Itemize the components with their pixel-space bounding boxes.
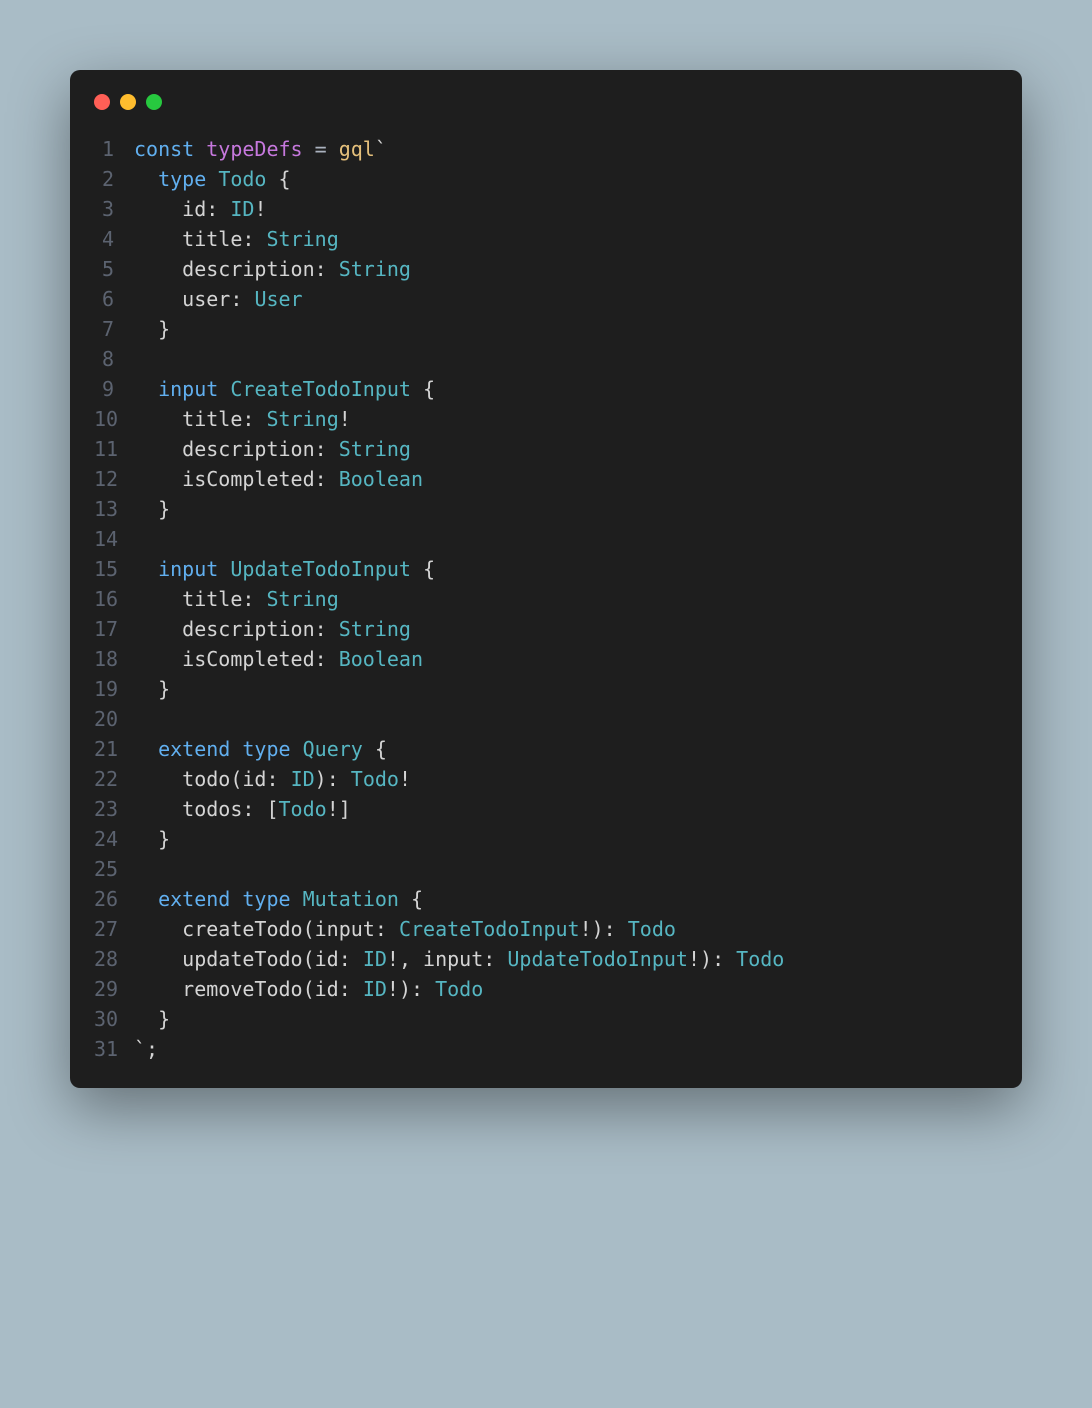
line-number: 11 bbox=[94, 434, 134, 464]
line-content: } bbox=[134, 494, 998, 524]
line-content: const typeDefs = gql` bbox=[134, 134, 998, 164]
line-number: 6 bbox=[94, 284, 134, 314]
code-line: 14 bbox=[94, 524, 998, 554]
line-content bbox=[134, 854, 998, 884]
line-number: 14 bbox=[94, 524, 134, 554]
code-line: 29 removeTodo(id: ID!): Todo bbox=[94, 974, 998, 1004]
line-number: 29 bbox=[94, 974, 134, 1004]
code-line: 27 createTodo(input: CreateTodoInput!): … bbox=[94, 914, 998, 944]
line-content: } bbox=[134, 314, 998, 344]
code-line: 23 todos: [Todo!] bbox=[94, 794, 998, 824]
code-line: 30 } bbox=[94, 1004, 998, 1034]
line-number: 19 bbox=[94, 674, 134, 704]
line-number: 23 bbox=[94, 794, 134, 824]
code-line: 7 } bbox=[94, 314, 998, 344]
line-number: 28 bbox=[94, 944, 134, 974]
line-content: description: String bbox=[134, 614, 998, 644]
line-content: input CreateTodoInput { bbox=[134, 374, 998, 404]
line-content: extend type Mutation { bbox=[134, 884, 998, 914]
line-content: description: String bbox=[134, 254, 998, 284]
code-line: 3 id: ID! bbox=[94, 194, 998, 224]
line-number: 7 bbox=[94, 314, 134, 344]
line-content: input UpdateTodoInput { bbox=[134, 554, 998, 584]
code-line: 2 type Todo { bbox=[94, 164, 998, 194]
code-line: 15 input UpdateTodoInput { bbox=[94, 554, 998, 584]
code-editor[interactable]: 1const typeDefs = gql`2 type Todo {3 id:… bbox=[94, 134, 998, 1064]
code-line: 1const typeDefs = gql` bbox=[94, 134, 998, 164]
code-line: 18 isCompleted: Boolean bbox=[94, 644, 998, 674]
line-number: 17 bbox=[94, 614, 134, 644]
code-line: 22 todo(id: ID): Todo! bbox=[94, 764, 998, 794]
line-number: 4 bbox=[94, 224, 134, 254]
line-content: extend type Query { bbox=[134, 734, 998, 764]
line-number: 8 bbox=[94, 344, 134, 374]
line-content: } bbox=[134, 674, 998, 704]
close-icon[interactable] bbox=[94, 94, 110, 110]
code-line: 25 bbox=[94, 854, 998, 884]
line-content: `; bbox=[134, 1034, 998, 1064]
code-line: 13 } bbox=[94, 494, 998, 524]
line-number: 25 bbox=[94, 854, 134, 884]
line-number: 3 bbox=[94, 194, 134, 224]
code-line: 31`; bbox=[94, 1034, 998, 1064]
line-number: 16 bbox=[94, 584, 134, 614]
line-number: 2 bbox=[94, 164, 134, 194]
code-line: 11 description: String bbox=[94, 434, 998, 464]
line-content: user: User bbox=[134, 284, 998, 314]
line-content bbox=[134, 524, 998, 554]
code-line: 5 description: String bbox=[94, 254, 998, 284]
line-number: 18 bbox=[94, 644, 134, 674]
line-content bbox=[134, 344, 998, 374]
code-line: 12 isCompleted: Boolean bbox=[94, 464, 998, 494]
code-line: 26 extend type Mutation { bbox=[94, 884, 998, 914]
line-content: } bbox=[134, 1004, 998, 1034]
traffic-lights bbox=[94, 94, 998, 110]
line-content: removeTodo(id: ID!): Todo bbox=[134, 974, 998, 1004]
line-number: 1 bbox=[94, 134, 134, 164]
line-number: 15 bbox=[94, 554, 134, 584]
line-number: 5 bbox=[94, 254, 134, 284]
code-line: 6 user: User bbox=[94, 284, 998, 314]
line-number: 13 bbox=[94, 494, 134, 524]
line-content: description: String bbox=[134, 434, 998, 464]
line-content: title: String bbox=[134, 584, 998, 614]
line-content: todos: [Todo!] bbox=[134, 794, 998, 824]
line-number: 9 bbox=[94, 374, 134, 404]
code-line: 17 description: String bbox=[94, 614, 998, 644]
minimize-icon[interactable] bbox=[120, 94, 136, 110]
line-content: todo(id: ID): Todo! bbox=[134, 764, 998, 794]
line-number: 26 bbox=[94, 884, 134, 914]
line-content: } bbox=[134, 824, 998, 854]
code-line: 28 updateTodo(id: ID!, input: UpdateTodo… bbox=[94, 944, 998, 974]
code-line: 21 extend type Query { bbox=[94, 734, 998, 764]
line-number: 27 bbox=[94, 914, 134, 944]
line-number: 24 bbox=[94, 824, 134, 854]
code-line: 9 input CreateTodoInput { bbox=[94, 374, 998, 404]
code-line: 16 title: String bbox=[94, 584, 998, 614]
line-number: 21 bbox=[94, 734, 134, 764]
line-content: isCompleted: Boolean bbox=[134, 464, 998, 494]
line-content: type Todo { bbox=[134, 164, 998, 194]
code-line: 19 } bbox=[94, 674, 998, 704]
line-content: isCompleted: Boolean bbox=[134, 644, 998, 674]
code-window: 1const typeDefs = gql`2 type Todo {3 id:… bbox=[70, 70, 1022, 1088]
line-number: 30 bbox=[94, 1004, 134, 1034]
line-number: 10 bbox=[94, 404, 134, 434]
code-line: 8 bbox=[94, 344, 998, 374]
line-number: 20 bbox=[94, 704, 134, 734]
line-content: id: ID! bbox=[134, 194, 998, 224]
code-line: 20 bbox=[94, 704, 998, 734]
line-number: 22 bbox=[94, 764, 134, 794]
maximize-icon[interactable] bbox=[146, 94, 162, 110]
code-line: 24 } bbox=[94, 824, 998, 854]
line-content bbox=[134, 704, 998, 734]
line-number: 31 bbox=[94, 1034, 134, 1064]
line-content: title: String! bbox=[134, 404, 998, 434]
code-line: 10 title: String! bbox=[94, 404, 998, 434]
code-line: 4 title: String bbox=[94, 224, 998, 254]
line-content: title: String bbox=[134, 224, 998, 254]
line-content: updateTodo(id: ID!, input: UpdateTodoInp… bbox=[134, 944, 998, 974]
line-number: 12 bbox=[94, 464, 134, 494]
line-content: createTodo(input: CreateTodoInput!): Tod… bbox=[134, 914, 998, 944]
